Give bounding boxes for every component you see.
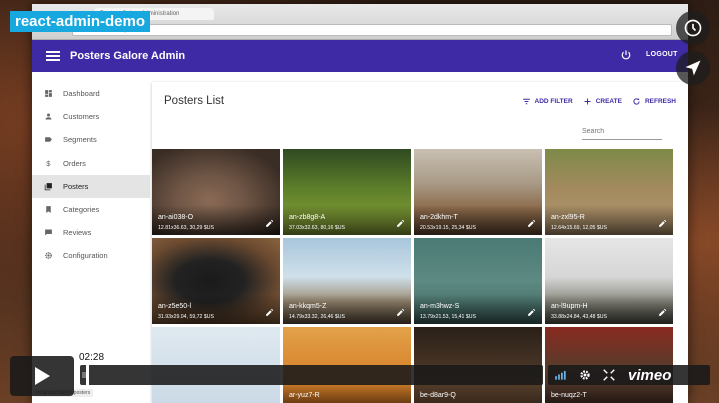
add-filter-label: ADD FILTER	[534, 98, 573, 105]
comment-icon	[44, 228, 53, 237]
power-icon[interactable]	[620, 49, 632, 61]
sidebar-item-label: Segments	[63, 135, 97, 145]
search-input[interactable]	[582, 124, 662, 140]
poster-tile[interactable]: an-2dkhm-T 20.53x19.15, 25,34 $US	[414, 149, 542, 235]
sidebar-item-label: Orders	[63, 158, 86, 168]
vimeo-logo[interactable]: vimeo	[628, 367, 671, 384]
video-player-controls: 02:28 vimeo	[0, 351, 719, 403]
svg-text:$: $	[46, 159, 51, 168]
poster-details: 20.53x19.15, 25,34 $US	[420, 225, 476, 231]
menu-icon[interactable]	[46, 49, 60, 63]
sidebar-item-dashboard[interactable]: Dashboard	[32, 82, 150, 105]
plus-icon	[584, 98, 591, 105]
list-actions: ADD FILTER CREATE REFRESH	[522, 97, 676, 106]
edit-icon[interactable]	[396, 219, 405, 228]
poster-tile[interactable]: an-zb8g8-A 37.03x32.63, 80,16 $US	[283, 149, 411, 235]
browser-window: Posters Galore Administration localhost:…	[32, 4, 688, 403]
poster-details: 37.03x32.63, 80,16 $US	[289, 225, 345, 231]
play-icon	[35, 367, 50, 385]
sidebar-item-label: Posters	[63, 181, 89, 191]
edit-icon[interactable]	[527, 308, 536, 317]
progress-cursor[interactable]	[86, 365, 89, 385]
refresh-button[interactable]: REFRESH	[632, 97, 676, 106]
watch-later-button[interactable]	[676, 11, 710, 45]
share-button[interactable]	[676, 51, 710, 85]
poster-details: 31.93x29.04, 59,72 $US	[158, 314, 214, 320]
volume-icon[interactable]	[554, 368, 568, 382]
edit-icon[interactable]	[658, 219, 667, 228]
url-bar[interactable]: localhost:3000/#/posters	[72, 24, 672, 36]
poster-reference: an-z5e50-l	[158, 303, 192, 310]
app-bar: Posters Galore Admin LOGOUT	[32, 40, 688, 72]
bookmark-icon	[44, 205, 53, 214]
poster-reference: an-m3hwz-S	[420, 303, 460, 310]
player-controls: vimeo	[548, 365, 710, 385]
person-icon	[44, 112, 53, 121]
sidebar-item-label: Categories	[63, 205, 100, 215]
poster-tile[interactable]: an-l9upm-H 33.88x24.84, 43,48 $US	[545, 238, 673, 324]
sidebar-item-customers[interactable]: Customers	[32, 105, 150, 128]
edit-icon[interactable]	[527, 219, 536, 228]
refresh-label: REFRESH	[644, 98, 676, 105]
poster-reference: an-l9upm-H	[551, 303, 588, 310]
poster-details: 12.64x15.69, 12,05 $US	[551, 225, 607, 231]
play-button[interactable]	[10, 356, 74, 396]
create-label: CREATE	[595, 98, 622, 105]
poster-reference: an-2dkhm-T	[420, 214, 458, 221]
settings-icon[interactable]	[578, 368, 592, 382]
page-title: Posters List	[164, 95, 225, 107]
poster-details: 13.79x21.53, 15,41 $US	[420, 314, 476, 320]
edit-icon[interactable]	[658, 308, 667, 317]
app-title: Posters Galore Admin	[70, 50, 186, 62]
video-title-badge[interactable]: react-admin-demo	[10, 11, 151, 32]
poster-reference: an-zxl95-R	[551, 214, 585, 221]
poster-tile[interactable]: an-zxl95-R 12.64x15.69, 12,05 $US	[545, 149, 673, 235]
dashboard-icon	[44, 89, 53, 98]
edit-icon[interactable]	[265, 308, 274, 317]
filter-icon	[522, 98, 530, 105]
poster-tile[interactable]: an-z5e50-l 31.93x29.04, 59,72 $US	[152, 238, 280, 324]
sidebar-item-reviews[interactable]: Reviews	[32, 221, 150, 244]
sidebar-item-label: Reviews	[63, 228, 92, 238]
edit-icon[interactable]	[265, 219, 274, 228]
poster-details: 14.79x33.32, 26,46 $US	[289, 314, 345, 320]
sidebar-item-orders[interactable]: $ Orders	[32, 152, 150, 175]
fullscreen-icon[interactable]	[602, 368, 616, 382]
clock-icon	[684, 19, 702, 37]
create-button[interactable]: CREATE	[583, 97, 622, 106]
sidebar-item-label: Customers	[63, 112, 100, 122]
settings-icon	[44, 251, 53, 260]
poster-reference: an-kkqm5-Z	[289, 303, 327, 310]
add-filter-button[interactable]: ADD FILTER	[522, 97, 573, 106]
poster-details: 33.88x24.84, 43,48 $US	[551, 314, 607, 320]
poster-tile[interactable]: an-ai038-O 12.81x36.63, 30,29 $US	[152, 149, 280, 235]
send-icon	[685, 60, 701, 76]
sidebar: Dashboard Customers Segments $ Orders Po…	[32, 82, 150, 268]
label-icon	[44, 135, 53, 144]
poster-details: 12.81x36.63, 30,29 $US	[158, 225, 214, 231]
sidebar-item-label: Dashboard	[63, 89, 100, 99]
edit-icon[interactable]	[396, 308, 405, 317]
sidebar-item-configuration[interactable]: Configuration	[32, 244, 150, 267]
sidebar-item-categories[interactable]: Categories	[32, 198, 150, 221]
progress-bar[interactable]	[80, 365, 543, 385]
refresh-icon	[633, 98, 640, 105]
dollar-icon: $	[44, 159, 53, 168]
poster-tile[interactable]: an-m3hwz-S 13.79x21.53, 15,41 $US	[414, 238, 542, 324]
poster-tile[interactable]: an-kkqm5-Z 14.79x33.32, 26,46 $US	[283, 238, 411, 324]
poster-reference: an-ai038-O	[158, 214, 194, 221]
logout-button[interactable]: LOGOUT	[646, 51, 678, 58]
sidebar-item-label: Configuration	[63, 251, 108, 261]
sidebar-item-posters[interactable]: Posters	[32, 174, 150, 198]
poster-reference: an-zb8g8-A	[289, 214, 326, 221]
collections-icon	[44, 182, 53, 191]
time-indicator: 02:28	[76, 351, 108, 364]
sidebar-item-segments[interactable]: Segments	[32, 128, 150, 151]
